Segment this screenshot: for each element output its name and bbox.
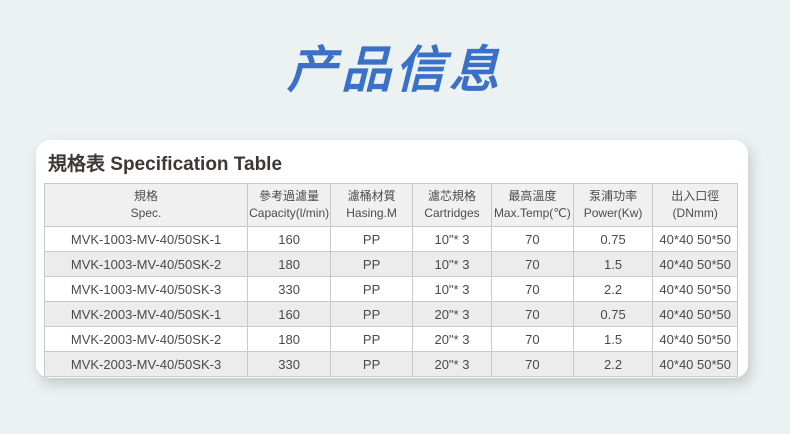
header-zh: 濾芯規格 [414,188,490,205]
header-zh: 濾桶材質 [332,188,411,205]
cell-cartridges: 20"* 3 [412,302,491,327]
cell-pump-power: 1.5 [573,252,653,277]
cell-capacity: 180 [248,252,331,277]
header-en: Capacity(l/min) [249,205,329,222]
cell-inlet-outlet: 40*40 50*50 [653,302,738,327]
header-zh: 規格 [46,188,246,205]
cell-housing-material: PP [331,327,413,352]
cell-spec: MVK-2003-MV-40/50SK-3 [45,352,248,377]
table-row: MVK-1003-MV-40/50SK-2 180 PP 10"* 3 70 1… [45,252,738,277]
cell-cartridges: 20"* 3 [412,352,491,377]
table-header: 規格 Spec. 參考過濾量 Capacity(l/min) 濾桶材質 Hasi… [45,184,738,227]
cell-capacity: 160 [248,227,331,252]
cell-housing-material: PP [331,252,413,277]
cell-pump-power: 2.2 [573,277,653,302]
cell-max-temp: 70 [491,227,573,252]
cell-cartridges: 10"* 3 [412,277,491,302]
cell-spec: MVK-1003-MV-40/50SK-2 [45,252,248,277]
table-body: MVK-1003-MV-40/50SK-1 160 PP 10"* 3 70 0… [45,227,738,377]
cell-max-temp: 70 [491,252,573,277]
page-title: 产品信息 [0,42,790,98]
cell-inlet-outlet: 40*40 50*50 [653,227,738,252]
table-row: MVK-2003-MV-40/50SK-1 160 PP 20"* 3 70 0… [45,302,738,327]
cell-pump-power: 1.5 [573,327,653,352]
cell-housing-material: PP [331,302,413,327]
cell-pump-power: 0.75 [573,302,653,327]
cell-spec: MVK-1003-MV-40/50SK-3 [45,277,248,302]
table-row: MVK-1003-MV-40/50SK-3 330 PP 10"* 3 70 2… [45,277,738,302]
header-row: 規格 Spec. 參考過濾量 Capacity(l/min) 濾桶材質 Hasi… [45,184,738,227]
header-zh: 出入口徑 [654,188,736,205]
table-row: MVK-1003-MV-40/50SK-1 160 PP 10"* 3 70 0… [45,227,738,252]
cell-inlet-outlet: 40*40 50*50 [653,327,738,352]
cell-inlet-outlet: 40*40 50*50 [653,352,738,377]
cell-capacity: 330 [248,277,331,302]
cell-spec: MVK-2003-MV-40/50SK-2 [45,327,248,352]
cell-capacity: 160 [248,302,331,327]
cell-cartridges: 10"* 3 [412,227,491,252]
column-header-spec: 規格 Spec. [45,184,248,227]
cell-housing-material: PP [331,277,413,302]
column-header-pump-power: 泵浦功率 Power(Kw) [573,184,653,227]
cell-cartridges: 10"* 3 [412,252,491,277]
cell-pump-power: 0.75 [573,227,653,252]
header-zh: 參考過濾量 [249,188,329,205]
cell-max-temp: 70 [491,327,573,352]
header-en: (DNmm) [654,205,736,222]
header-en: Max.Temp(℃) [493,205,572,222]
column-header-capacity: 參考過濾量 Capacity(l/min) [248,184,331,227]
cell-capacity: 330 [248,352,331,377]
cell-pump-power: 2.2 [573,352,653,377]
cell-cartridges: 20"* 3 [412,327,491,352]
specification-table: 規格 Spec. 參考過濾量 Capacity(l/min) 濾桶材質 Hasi… [44,183,738,377]
header-en: Power(Kw) [575,205,652,222]
cell-inlet-outlet: 40*40 50*50 [653,277,738,302]
header-en: Hasing.M [332,205,411,222]
cell-max-temp: 70 [491,277,573,302]
cell-max-temp: 70 [491,352,573,377]
header-zh: 泵浦功率 [575,188,652,205]
table-row: MVK-2003-MV-40/50SK-3 330 PP 20"* 3 70 2… [45,352,738,377]
column-header-cartridges: 濾芯規格 Cartridges [412,184,491,227]
cell-housing-material: PP [331,352,413,377]
cell-max-temp: 70 [491,302,573,327]
cell-housing-material: PP [331,227,413,252]
cell-capacity: 180 [248,327,331,352]
specification-card: 規格表 Specification Table 規格 Spec. 參考過濾量 C… [36,140,748,378]
cell-inlet-outlet: 40*40 50*50 [653,252,738,277]
column-header-max-temp: 最高溫度 Max.Temp(℃) [491,184,573,227]
column-header-inlet-outlet: 出入口徑 (DNmm) [653,184,738,227]
cell-spec: MVK-2003-MV-40/50SK-1 [45,302,248,327]
header-en: Cartridges [414,205,490,222]
column-header-housing-material: 濾桶材質 Hasing.M [331,184,413,227]
header-en: Spec. [46,205,246,222]
cell-spec: MVK-1003-MV-40/50SK-1 [45,227,248,252]
header-zh: 最高溫度 [493,188,572,205]
table-row: MVK-2003-MV-40/50SK-2 180 PP 20"* 3 70 1… [45,327,738,352]
card-heading: 規格表 Specification Table [48,149,738,176]
